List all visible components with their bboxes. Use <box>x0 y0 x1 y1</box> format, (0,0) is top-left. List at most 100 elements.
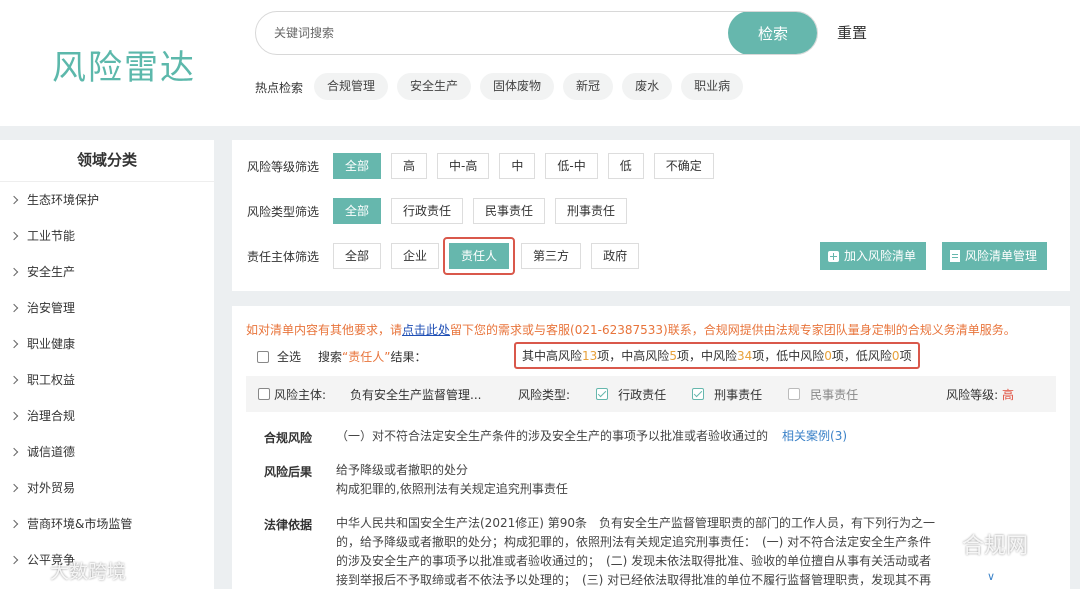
filter-panel: 风险等级筛选 全部 高 中-高 中 低-中 低 不确定 风险类型筛选 全部 行政… <box>232 140 1070 291</box>
consequence-label: 风险后果 <box>264 465 313 479</box>
legal-basis-line: 接到举报后不予取缔或者不依法予以处理的； (三) 对已经依法取得批准的单位不履行… <box>336 573 932 587</box>
subject-label: 风险主体: <box>274 387 327 402</box>
summary-text: 项，低中风险 <box>752 349 825 363</box>
filter-option[interactable]: 全部 <box>333 243 382 269</box>
count-high: 13 <box>582 349 598 363</box>
filter-option[interactable]: 中 <box>499 153 536 179</box>
filter-option[interactable]: 第三方 <box>521 243 582 269</box>
hot-search-label: 热点检索 <box>255 81 304 95</box>
search-box: 检索 <box>255 11 818 55</box>
hot-tag[interactable]: 安全生产 <box>397 73 472 100</box>
sidebar-item[interactable]: 营商环境&市场监管 <box>0 506 214 542</box>
filter-option[interactable]: 政府 <box>591 243 640 269</box>
summary-text: 项，中高风险 <box>597 349 670 363</box>
risk-item-header: 风险主体: 负有安全生产监督管理... 风险类型: 行政责任 刑事责任 民事责任… <box>246 376 1056 412</box>
filter-option[interactable]: 民事责任 <box>473 198 546 224</box>
sidebar-item[interactable]: 诚信道德 <box>0 434 214 470</box>
checkbox-checked-icon <box>596 388 609 400</box>
highlight-box: 责任人 <box>443 237 516 275</box>
expand-down-icon[interactable]: ∨ <box>987 570 995 583</box>
sidebar-item-label: 营商环境&市场监管 <box>27 517 133 531</box>
item-checkbox[interactable] <box>258 388 270 400</box>
filter-option[interactable]: 中-高 <box>437 153 490 179</box>
summary-text: 其中高风险 <box>522 349 583 363</box>
type-tag: 行政责任 <box>584 386 666 403</box>
filter-option[interactable]: 行政责任 <box>391 198 464 224</box>
hot-tag[interactable]: 合规管理 <box>314 73 389 100</box>
select-all-checkbox[interactable] <box>257 350 269 363</box>
chevron-right-icon <box>9 231 19 241</box>
count-low-mid: 0 <box>824 349 832 363</box>
search-button[interactable]: 检索 <box>728 12 817 54</box>
risk-level: 风险等级: 高 <box>946 386 1014 403</box>
sidebar-item-label: 工业节能 <box>27 229 76 243</box>
filter-option[interactable]: 企业 <box>391 243 440 269</box>
type-tag: 民事责任 <box>776 386 858 403</box>
app-logo: 风险雷达 <box>52 48 196 88</box>
category-sidebar: 领域分类 生态环境保护 工业节能 安全生产 治安管理 职业健康 职工权益 治理合… <box>0 140 214 589</box>
top-header: 风险雷达 检索 重置 热点检索 合规管理 安全生产 固体废物 新冠 废水 职业病 <box>0 0 1080 126</box>
legal-basis-text: 中华人民共和国安全生产法(2021修正) 第90条 负有安全生产监督管理职责的部… <box>336 514 972 589</box>
add-to-list-button[interactable]: 加入风险清单 <box>820 242 927 270</box>
sidebar-item-label: 对外贸易 <box>27 481 76 495</box>
sidebar-item[interactable]: 职工权益 <box>0 362 214 398</box>
level-value: 高 <box>1001 387 1014 402</box>
search-prefix: 搜索 <box>318 350 343 364</box>
filter-option[interactable]: 全部 <box>333 153 382 179</box>
chevron-right-icon <box>9 375 19 385</box>
sidebar-item-label: 职业健康 <box>27 337 76 351</box>
manage-list-button[interactable]: 风险清单管理 <box>942 242 1048 270</box>
filter-option[interactable]: 不确定 <box>653 153 714 179</box>
type-tag-label: 行政责任 <box>618 387 667 402</box>
filter-option[interactable]: 刑事责任 <box>555 198 628 224</box>
chevron-right-icon <box>9 195 19 205</box>
manage-list-label: 风险清单管理 <box>965 249 1038 263</box>
filter-option[interactable]: 低-中 <box>545 153 598 179</box>
summary-text: 项，低风险 <box>831 349 892 363</box>
risk-text-line: （一）对不符合法定安全生产条件的涉及安全生产的事项予以批准或者验收通过的 相关案例… <box>336 427 972 446</box>
sidebar-item[interactable]: 治理合规 <box>0 398 214 434</box>
sidebar-item[interactable]: 工业节能 <box>0 218 214 254</box>
notice-text: 留下您的需求或与客服(021-62387533)联系，合规网提供由法规专家团队量… <box>450 323 1016 337</box>
sidebar-item-label: 生态环境保护 <box>27 193 100 207</box>
sidebar-item-label: 职工权益 <box>27 373 76 387</box>
consequence-line: 给予降级或者撤职的处分 <box>336 463 469 477</box>
filter-option[interactable]: 全部 <box>333 198 382 224</box>
chevron-right-icon <box>9 411 19 421</box>
risk-type-filter: 风险类型筛选 全部 行政责任 民事责任 刑事责任 <box>247 198 637 224</box>
notice-text: 如对清单内容有其他要求，请 <box>246 323 403 337</box>
results-panel: 如对清单内容有其他要求，请点击此处留下您的需求或与客服(021-62387533… <box>232 306 1070 589</box>
subject-value: 负有安全生产监督管理... <box>350 387 482 402</box>
click-here-link[interactable]: 点击此处 <box>402 323 450 337</box>
sidebar-item-label: 治理合规 <box>27 409 76 423</box>
count-mid: 34 <box>736 349 753 363</box>
type-tag-label: 民事责任 <box>810 387 859 402</box>
count-mid-high: 5 <box>669 349 677 363</box>
filter-option[interactable]: 高 <box>391 153 428 179</box>
sidebar-item[interactable]: 对外贸易 <box>0 470 214 506</box>
consequence-text: 给予降级或者撤职的处分 构成犯罪的,依照刑法有关规定追究刑事责任 <box>336 461 972 499</box>
level-label: 风险等级: <box>946 387 999 402</box>
related-cases-link[interactable]: 相关案例(3) <box>782 429 847 443</box>
hot-tag[interactable]: 固体废物 <box>480 73 555 100</box>
add-to-list-label: 加入风险清单 <box>844 249 917 263</box>
filter-label: 风险等级筛选 <box>247 159 320 174</box>
type-label: 风险类型: <box>518 387 571 402</box>
search-input[interactable] <box>274 12 714 54</box>
filter-option-selected[interactable]: 责任人 <box>449 243 510 269</box>
hot-tag[interactable]: 废水 <box>622 73 673 100</box>
sidebar-item[interactable]: 治安管理 <box>0 290 214 326</box>
select-all[interactable]: 全选 <box>257 348 301 365</box>
filter-label: 责任主体筛选 <box>247 249 320 264</box>
risk-text: （一）对不符合法定安全生产条件的涉及安全生产的事项予以批准或者验收通过的 <box>336 429 769 443</box>
hot-tag[interactable]: 新冠 <box>563 73 614 100</box>
sidebar-item[interactable]: 安全生产 <box>0 254 214 290</box>
chevron-right-icon <box>9 339 19 349</box>
sidebar-item[interactable]: 生态环境保护 <box>0 182 214 218</box>
filter-option[interactable]: 低 <box>607 153 644 179</box>
sidebar-item[interactable]: 职业健康 <box>0 326 214 362</box>
legal-basis-line: 中华人民共和国安全生产法(2021修正) 第90条 负有安全生产监督管理职责的部… <box>336 516 935 530</box>
hot-tag[interactable]: 职业病 <box>681 73 744 100</box>
document-icon <box>950 250 960 262</box>
reset-button[interactable]: 重置 <box>837 22 867 43</box>
